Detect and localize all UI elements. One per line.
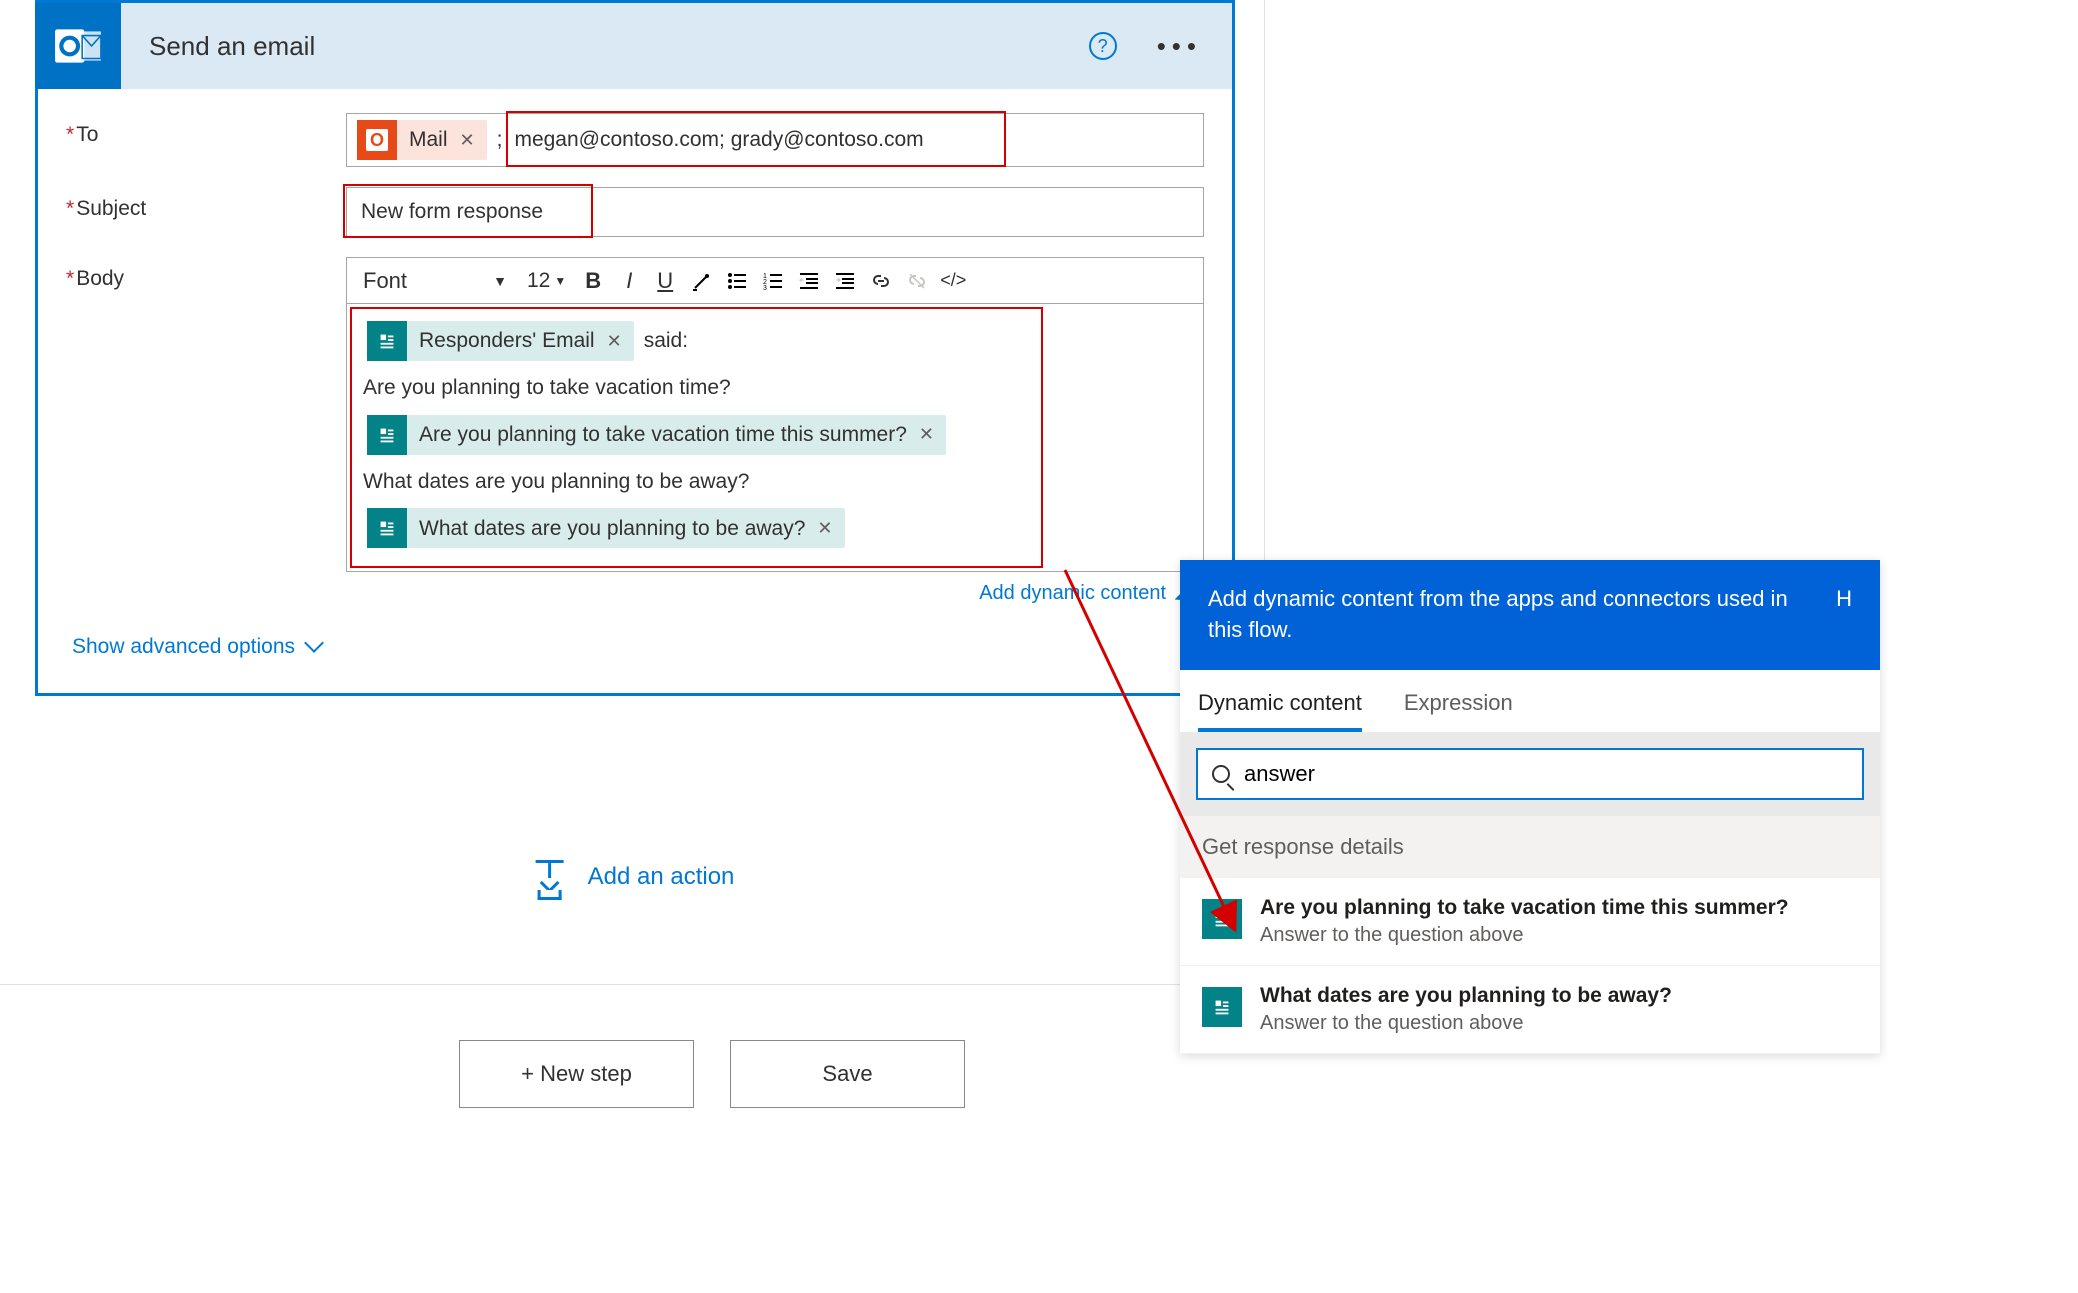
to-label-text: To <box>76 123 98 146</box>
dc-section-header: Get response details <box>1180 816 1880 878</box>
body-label: *Body <box>66 257 346 609</box>
numbered-list-icon[interactable]: 123 <box>758 266 788 296</box>
dc-search-input[interactable] <box>1244 761 1848 787</box>
body-row: *Body Font ▼ 12 ▼ B I U <box>66 257 1204 609</box>
to-label: *To <box>66 113 346 167</box>
annotation-box <box>350 307 1043 568</box>
add-action-icon <box>530 860 570 894</box>
dc-search[interactable] <box>1196 748 1864 800</box>
code-view-icon[interactable]: </> <box>938 266 968 296</box>
indent-icon[interactable] <box>830 266 860 296</box>
tab-dynamic-content[interactable]: Dynamic content <box>1198 690 1362 732</box>
mail-token[interactable]: O Mail ✕ <box>357 120 487 160</box>
unlink-icon[interactable] <box>902 266 932 296</box>
add-dynamic-link[interactable]: Add dynamic content <box>346 572 1204 609</box>
subject-label: *Subject <box>66 187 346 237</box>
body-editor[interactable]: Responders' Email ✕ said: Are you planni… <box>346 303 1204 572</box>
svg-text:3: 3 <box>763 285 767 292</box>
dc-tabs: Dynamic content Expression <box>1180 670 1880 732</box>
dc-header: Add dynamic content from the apps and co… <box>1180 560 1880 670</box>
card-header[interactable]: Send an email ? ••• <box>38 3 1232 89</box>
to-row: *To O Mail ✕ ; megan@contoso.com; grady@… <box>66 113 1204 167</box>
annotation-box <box>343 184 593 238</box>
add-action-button[interactable]: Add an action <box>530 860 735 894</box>
search-icon <box>1212 765 1230 783</box>
annotation-box <box>506 111 1006 167</box>
subject-row: *Subject New form response <box>66 187 1204 237</box>
link-icon[interactable] <box>866 266 896 296</box>
save-button[interactable]: Save <box>730 1040 965 1108</box>
help-icon[interactable]: ? <box>1089 32 1117 60</box>
show-advanced-toggle[interactable]: Show advanced options <box>66 615 327 673</box>
dc-item[interactable]: Are you planning to take vacation time t… <box>1180 878 1880 966</box>
dc-item-sub: Answer to the question above <box>1260 924 1789 947</box>
mail-token-label: Mail <box>405 128 454 152</box>
dc-item-sub: Answer to the question above <box>1260 1012 1672 1035</box>
dc-search-wrap <box>1180 732 1880 816</box>
dynamic-content-panel: Add dynamic content from the apps and co… <box>1180 560 1880 1054</box>
underline-icon[interactable]: U <box>650 266 680 296</box>
outdent-icon[interactable] <box>794 266 824 296</box>
forms-icon <box>1202 899 1242 939</box>
font-select[interactable]: Font ▼ <box>355 264 515 298</box>
new-step-button[interactable]: + New step <box>459 1040 694 1108</box>
card-title: Send an email <box>149 31 1089 62</box>
dc-item-title: Are you planning to take vacation time t… <box>1260 896 1789 920</box>
forms-icon <box>1202 987 1242 1027</box>
rte-toolbar: Font ▼ 12 ▼ B I U <box>346 257 1204 303</box>
dc-help-link[interactable]: H <box>1836 584 1852 615</box>
email-action-card: Send an email ? ••• *To O Mail ✕ ; <box>35 0 1235 696</box>
bold-icon[interactable]: B <box>578 266 608 296</box>
tab-expression[interactable]: Expression <box>1404 690 1513 732</box>
color-icon[interactable] <box>686 266 716 296</box>
bullets-icon[interactable] <box>722 266 752 296</box>
dc-item[interactable]: What dates are you planning to be away? … <box>1180 966 1880 1054</box>
card-body: *To O Mail ✕ ; megan@contoso.com; grady@… <box>38 89 1232 693</box>
italic-icon[interactable]: I <box>614 266 644 296</box>
chevron-down-icon <box>304 633 324 653</box>
remove-token-icon[interactable]: ✕ <box>454 130 487 151</box>
font-size-select[interactable]: 12 ▼ <box>521 269 572 293</box>
more-menu-icon[interactable]: ••• <box>1157 31 1212 62</box>
flow-footer-buttons: + New step Save <box>459 1040 965 1108</box>
dc-item-title: What dates are you planning to be away? <box>1260 984 1672 1008</box>
outlook-icon <box>35 3 121 89</box>
flow-canvas: Send an email ? ••• *To O Mail ✕ ; <box>0 0 1265 985</box>
